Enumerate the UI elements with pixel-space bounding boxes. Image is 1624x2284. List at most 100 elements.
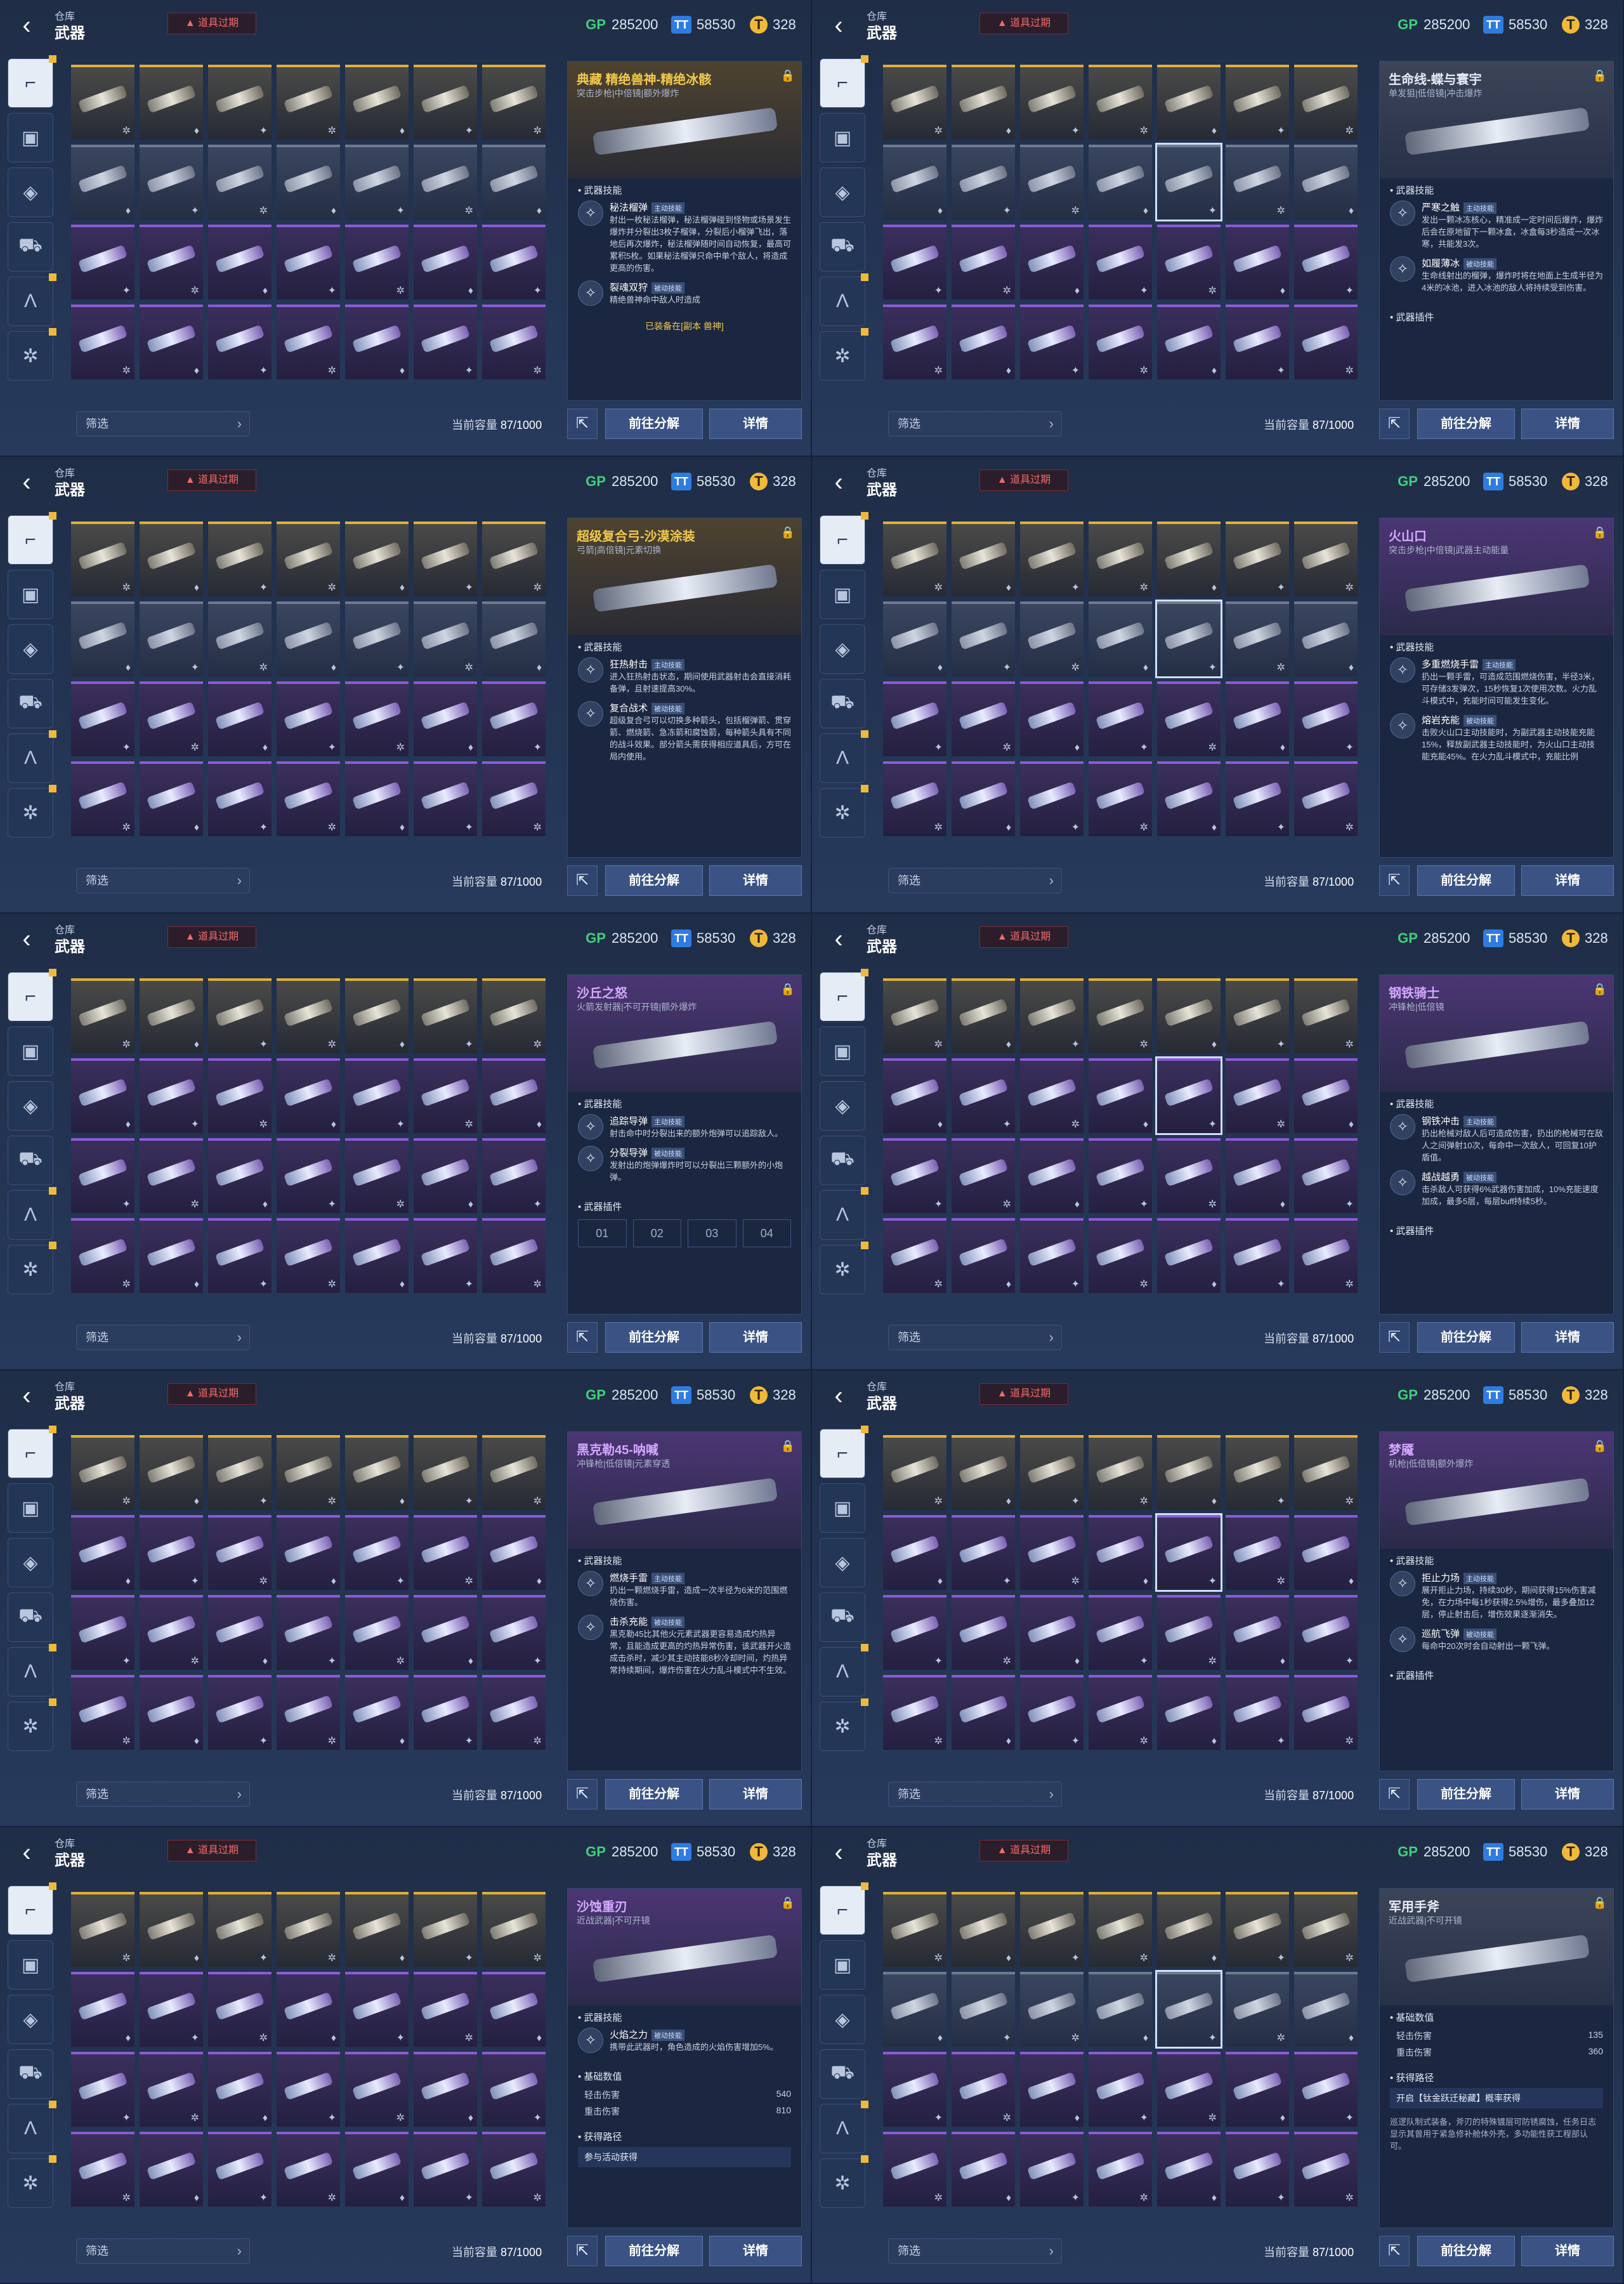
weapon-slot[interactable]: ✦	[345, 145, 409, 220]
sidebar-item-rifle[interactable]: ⌐	[8, 1426, 56, 1478]
weapon-slot[interactable]: ✦	[1226, 1675, 1289, 1750]
weapon-slot[interactable]: ✲	[1157, 1595, 1221, 1670]
weapon-slot[interactable]: ♦	[1226, 1595, 1289, 1670]
weapon-slot[interactable]: ♦	[1294, 601, 1358, 676]
weapon-slot[interactable]: ✦	[140, 1972, 203, 2047]
weapon-slot[interactable]: ✦	[1020, 65, 1084, 140]
weapon-slot[interactable]: ✲	[482, 1435, 546, 1510]
sidebar-item-decal[interactable]: Λ	[8, 1644, 56, 1697]
sidebar-item-armor[interactable]: ◈	[820, 1538, 865, 1587]
sidebar-item-armor[interactable]: ◈	[8, 1538, 53, 1587]
weapon-slot[interactable]: ✦	[71, 681, 134, 756]
weapon-slot[interactable]: ✲	[277, 1435, 340, 1510]
weapon-slot[interactable]: ✦	[883, 1138, 946, 1213]
weapon-slot[interactable]: ♦	[482, 145, 546, 220]
sidebar-item-rifle[interactable]: ⌐	[820, 512, 868, 565]
weapon-slot[interactable]: ✦	[1020, 1218, 1084, 1293]
weapon-slot[interactable]: ♦	[1226, 681, 1289, 756]
sidebar-item-decal[interactable]: Λ	[820, 2101, 868, 2153]
sidebar-item-rifle[interactable]: ⌐	[8, 1882, 56, 1935]
sidebar-item-pistol[interactable]: ▣	[820, 113, 865, 162]
weapon-slot[interactable]: ✲	[1226, 601, 1289, 676]
weapon-slot[interactable]: ✦	[1089, 681, 1152, 756]
expired-items-button[interactable]: ▲ 道具过期	[979, 926, 1068, 948]
weapon-slot[interactable]: ✦	[1155, 1056, 1222, 1135]
weapon-slot[interactable]: ✦	[414, 761, 477, 836]
weapon-slot[interactable]: ♦	[140, 305, 203, 379]
weapon-slot[interactable]: ✦	[482, 2052, 546, 2127]
weapon-slot[interactable]: ✲	[71, 522, 134, 596]
decompose-button[interactable]: 前往分解	[1417, 409, 1515, 439]
weapon-slot[interactable]: ✲	[414, 1058, 477, 1133]
weapon-slot[interactable]: ♦	[1226, 225, 1289, 299]
back-arrow-icon[interactable]: ‹	[13, 925, 41, 953]
weapon-slot[interactable]: ♦	[1020, 1595, 1084, 1670]
weapon-slot[interactable]: ✦	[414, 1675, 477, 1750]
weapon-slot[interactable]: ✦	[952, 1972, 1015, 2047]
sidebar-item-decal[interactable]: Λ	[8, 273, 56, 326]
weapon-slot[interactable]: ♦	[208, 2052, 272, 2127]
lock-icon[interactable]: 🔒	[1593, 1896, 1607, 1910]
weapon-slot[interactable]: ✲	[1226, 1058, 1289, 1133]
weapon-slot[interactable]: ✦	[1226, 522, 1289, 596]
decompose-button[interactable]: 前往分解	[605, 865, 703, 896]
weapon-slot[interactable]: ♦	[71, 601, 134, 676]
weapon-slot[interactable]: ♦	[482, 601, 546, 676]
weapon-slot[interactable]: ♦	[140, 1218, 203, 1293]
weapon-slot[interactable]: ✦	[1089, 225, 1152, 299]
weapon-slot[interactable]: ✦	[140, 601, 203, 676]
sidebar-item-rifle[interactable]: ⌐	[8, 969, 56, 1021]
details-button[interactable]: 详情	[1521, 409, 1614, 439]
weapon-slot[interactable]: ♦	[952, 1892, 1015, 1967]
filter-button[interactable]: 筛选 ›	[888, 2238, 1062, 2264]
weapon-slot[interactable]: ♦	[345, 761, 409, 836]
weapon-slot[interactable]: ♦	[1089, 1515, 1152, 1590]
expired-items-button[interactable]: ▲ 道具过期	[979, 469, 1068, 491]
weapon-slot[interactable]: ✦	[482, 681, 546, 756]
weapon-slot[interactable]: ✲	[1020, 1058, 1084, 1133]
weapon-slot[interactable]: ♦	[208, 1138, 272, 1213]
weapon-slot[interactable]: ♦	[883, 601, 946, 676]
weapon-slot[interactable]: ♦	[1157, 978, 1221, 1053]
weapon-slot[interactable]: ✦	[1089, 2052, 1152, 2127]
weapon-slot[interactable]: ♦	[140, 2132, 203, 2207]
weapon-slot[interactable]: ✦	[1294, 681, 1358, 756]
filter-button[interactable]: 筛选 ›	[888, 1325, 1062, 1350]
weapon-slot[interactable]: ✦	[140, 1515, 203, 1590]
details-button[interactable]: 详情	[709, 2236, 802, 2266]
lock-icon[interactable]: 🔒	[781, 1440, 795, 1453]
sidebar-item-skill[interactable]: ✲	[8, 1242, 56, 1294]
details-button[interactable]: 详情	[709, 1322, 802, 1353]
sidebar-item-skill[interactable]: ✲	[8, 1698, 56, 1751]
sidebar-item-skill[interactable]: ✲	[8, 328, 56, 381]
sidebar-item-skill[interactable]: ✲	[8, 785, 56, 837]
weapon-slot[interactable]: ✲	[883, 305, 946, 379]
sidebar-item-pistol[interactable]: ▣	[820, 1940, 865, 1990]
weapon-slot[interactable]: ✦	[140, 1058, 203, 1133]
sidebar-item-armor[interactable]: ◈	[8, 167, 53, 217]
weapon-slot[interactable]: ✲	[345, 1595, 409, 1670]
weapon-slot[interactable]: ✲	[1089, 522, 1152, 596]
weapon-slot[interactable]: ✲	[952, 1138, 1015, 1213]
weapon-slot[interactable]: ✲	[1294, 761, 1358, 836]
filter-button[interactable]: 筛选 ›	[888, 411, 1062, 436]
weapon-slot[interactable]: ✲	[140, 681, 203, 756]
weapon-slot[interactable]: ✦	[414, 2132, 477, 2207]
weapon-slot[interactable]: ♦	[414, 1138, 477, 1213]
weapon-slot[interactable]: ✦	[208, 2132, 272, 2207]
back-arrow-icon[interactable]: ‹	[13, 1382, 41, 1410]
weapon-slot[interactable]: ✲	[1294, 2132, 1358, 2207]
weapon-slot[interactable]: ♦	[345, 2132, 409, 2207]
weapon-slot[interactable]: ✲	[208, 601, 272, 676]
weapon-slot[interactable]: ✲	[482, 305, 546, 379]
weapon-slot[interactable]: ✦	[208, 1892, 272, 1967]
weapon-slot[interactable]: ♦	[952, 1435, 1015, 1510]
sidebar-item-decal[interactable]: Λ	[8, 1187, 56, 1240]
sidebar-item-skill[interactable]: ✲	[820, 1242, 868, 1294]
weapon-slot[interactable]: ✲	[140, 1595, 203, 1670]
weapon-slot[interactable]: ♦	[140, 978, 203, 1053]
weapon-slot[interactable]: ✦	[1155, 600, 1222, 678]
sidebar-item-tank[interactable]: ⛟	[8, 679, 53, 728]
weapon-slot[interactable]: ✲	[883, 1892, 946, 1967]
weapon-slot[interactable]: ✲	[208, 145, 272, 220]
